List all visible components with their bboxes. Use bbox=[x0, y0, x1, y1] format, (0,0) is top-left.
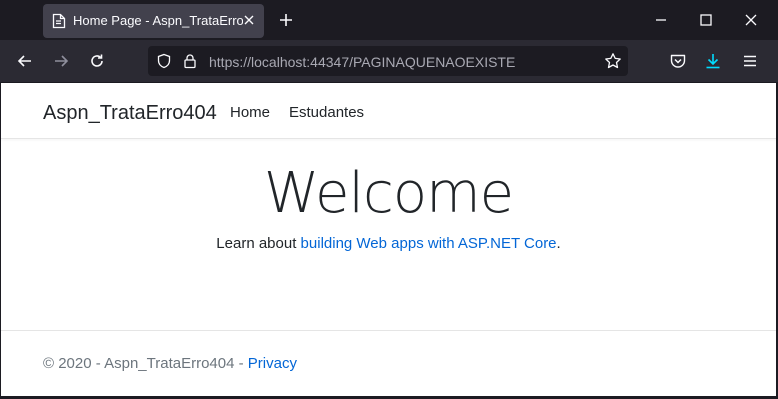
privacy-link[interactable]: Privacy bbox=[248, 355, 297, 372]
close-icon[interactable] bbox=[240, 11, 258, 29]
lead-prefix: Learn about bbox=[216, 235, 301, 252]
menu-icon[interactable] bbox=[740, 51, 760, 71]
maximize-icon[interactable] bbox=[696, 10, 716, 30]
page-heading: Welcome bbox=[263, 161, 514, 226]
url-host: https://localhost bbox=[209, 54, 307, 70]
footer-text: © 2020 - Aspn_TrataErro404 - Privacy bbox=[43, 355, 297, 372]
site-brand[interactable]: Aspn_TrataErro404 bbox=[43, 102, 217, 125]
forward-icon[interactable] bbox=[51, 51, 71, 71]
tab-active[interactable]: Home Page - Aspn_TrataErro404 bbox=[43, 4, 264, 38]
lead-suffix: . bbox=[556, 235, 561, 252]
url-path: :44347/PAGINAQUENAOEXISTE bbox=[306, 54, 516, 70]
close-icon[interactable] bbox=[741, 10, 761, 30]
footer-copyright: © 2020 - Aspn_TrataErro404 - bbox=[43, 355, 248, 372]
tab-title: Home Page - Aspn_TrataErro404 bbox=[73, 13, 243, 28]
navigation-toolbar: https://localhost:44347/PAGINAQUENAOEXIS… bbox=[0, 40, 778, 82]
pocket-icon[interactable] bbox=[668, 51, 688, 71]
plus-icon[interactable] bbox=[276, 10, 296, 30]
nav-link-estudantes[interactable]: Estudantes bbox=[289, 104, 364, 121]
star-icon[interactable] bbox=[604, 52, 622, 70]
page-icon bbox=[52, 13, 66, 29]
shield-icon[interactable] bbox=[156, 53, 172, 69]
site-header: Aspn_TrataErro404 Home Estudantes bbox=[1, 83, 776, 139]
back-icon[interactable] bbox=[15, 51, 35, 71]
download-icon[interactable] bbox=[703, 51, 723, 71]
lead-text: Learn about building Web apps with ASP.N… bbox=[1, 235, 776, 252]
aspnet-docs-link[interactable]: building Web apps with ASP.NET Core bbox=[301, 235, 557, 252]
url-bar[interactable]: https://localhost:44347/PAGINAQUENAOEXIS… bbox=[148, 46, 628, 76]
reload-icon[interactable] bbox=[87, 51, 107, 71]
tab-strip: Home Page - Aspn_TrataErro404 bbox=[0, 0, 778, 40]
url-text[interactable]: https://localhost:44347/PAGINAQUENAOEXIS… bbox=[209, 54, 515, 70]
lock-icon[interactable] bbox=[182, 53, 198, 69]
page-content: Aspn_TrataErro404 Home Estudantes Welcom… bbox=[1, 83, 776, 396]
browser-window: Home Page - Aspn_TrataErro404 bbox=[0, 0, 778, 399]
minimize-icon[interactable] bbox=[651, 10, 671, 30]
site-footer: © 2020 - Aspn_TrataErro404 - Privacy bbox=[1, 330, 776, 396]
nav-link-home[interactable]: Home bbox=[230, 104, 270, 121]
